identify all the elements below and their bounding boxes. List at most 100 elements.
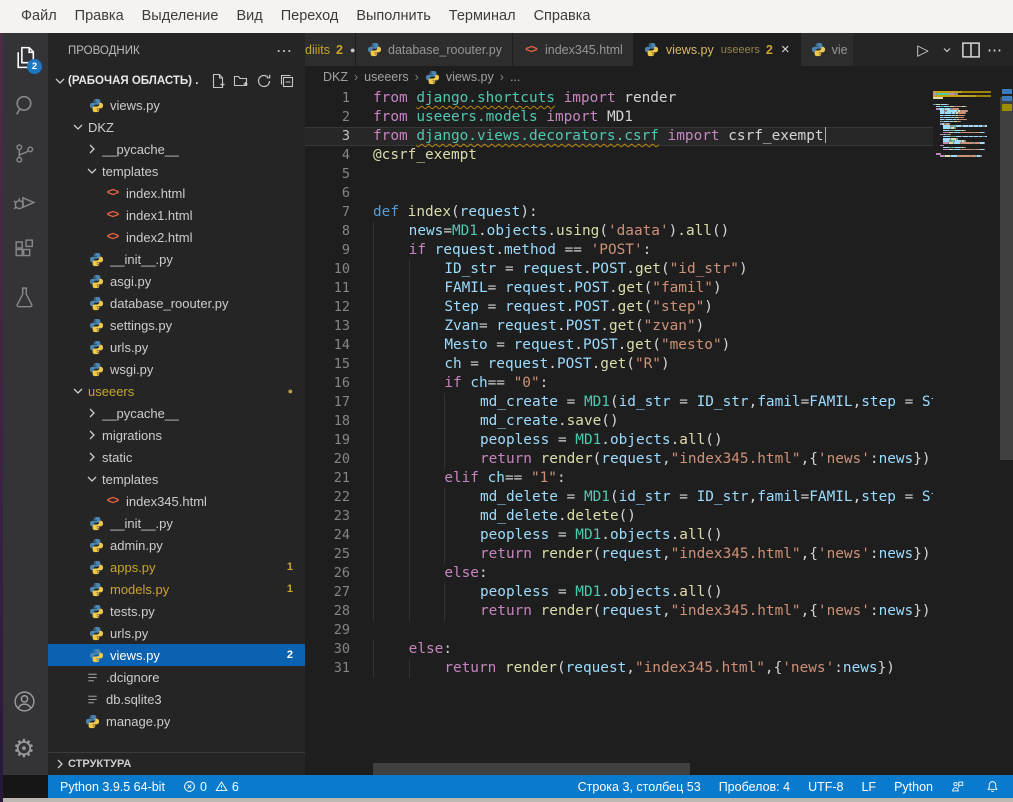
vertical-scrollbar-thumb[interactable] xyxy=(1000,97,1013,460)
close-icon[interactable]: × xyxy=(781,42,790,57)
tree-item-index1.html[interactable]: <>index1.html xyxy=(48,204,305,226)
activitybar-source-control[interactable] xyxy=(0,129,48,177)
activitybar-run-debug[interactable] xyxy=(0,177,48,225)
tree-item-index345.html[interactable]: <>index345.html xyxy=(48,490,305,512)
tab-vie[interactable]: vie xyxy=(801,33,853,66)
tab-database_roouter.py[interactable]: database_roouter.py xyxy=(356,33,513,66)
collapse-all-icon[interactable] xyxy=(279,73,295,89)
code-line-26[interactable]: 26 else: xyxy=(305,564,933,583)
feedback-icon[interactable] xyxy=(951,780,968,793)
tree-item-wsgi.py[interactable]: wsgi.py xyxy=(48,358,305,380)
activitybar-testing[interactable] xyxy=(0,273,48,321)
activitybar-explorer[interactable]: 2 xyxy=(0,33,48,81)
breadcrumb-item-DKZ[interactable]: DKZ xyxy=(323,70,348,84)
bell-icon[interactable] xyxy=(986,780,1003,793)
workspace-section-header[interactable]: (РАБОЧАЯ ОБЛАСТЬ) ... xyxy=(48,68,305,94)
tree-item-static[interactable]: static xyxy=(48,446,305,468)
code-line-14[interactable]: 14 Mesto = request.POST.get("mesto") xyxy=(305,336,933,355)
tree-item-__init__.py[interactable]: __init__.py xyxy=(48,248,305,270)
more-actions-icon[interactable]: ⋯ xyxy=(985,39,1005,61)
menu-item-Файл[interactable]: Файл xyxy=(12,0,66,33)
code-line-19[interactable]: 19 peopless = MD1.objects.all() xyxy=(305,431,933,450)
minimap[interactable] xyxy=(933,88,1000,775)
code-line-2[interactable]: 2from useeers.models import MD1 xyxy=(305,108,933,127)
code-line-1[interactable]: 1from django.shortcuts import render xyxy=(305,89,933,108)
tree-item-database_roouter.py[interactable]: database_roouter.py xyxy=(48,292,305,314)
tree-item-__pycache__[interactable]: __pycache__ xyxy=(48,402,305,424)
more-actions-icon[interactable]: ⋯ xyxy=(276,41,293,61)
code-line-16[interactable]: 16 if ch== "0": xyxy=(305,374,933,393)
code-lines[interactable]: 1from django.shortcuts import render2fro… xyxy=(305,89,933,678)
menu-item-Вид[interactable]: Вид xyxy=(227,0,271,33)
breadcrumb-item-views.py[interactable]: views.py xyxy=(425,69,494,85)
tree-item-manage.py[interactable]: manage.py xyxy=(48,710,305,732)
menu-item-Правка[interactable]: Правка xyxy=(66,0,133,33)
status-item[interactable]: Python xyxy=(894,780,933,794)
code-line-17[interactable]: 17 md_create = MD1(id_str = ID_str,famil… xyxy=(305,393,933,412)
code-line-4[interactable]: 4@csrf_exempt xyxy=(305,146,933,165)
code-line-20[interactable]: 20 return render(request,"index345.html"… xyxy=(305,450,933,469)
code-line-13[interactable]: 13 Zvan= request.POST.get("zvan") xyxy=(305,317,933,336)
code-line-23[interactable]: 23 md_delete.delete() xyxy=(305,507,933,526)
tree-item-models.py[interactable]: models.py1 xyxy=(48,578,305,600)
tree-item-templates[interactable]: templates xyxy=(48,468,305,490)
horizontal-scrollbar-thumb[interactable] xyxy=(373,763,690,775)
code-line-27[interactable]: 27 peopless = MD1.objects.all() xyxy=(305,583,933,602)
code-line-30[interactable]: 30 else: xyxy=(305,640,933,659)
vertical-scrollbar[interactable] xyxy=(1000,88,1013,775)
outline-section-header[interactable]: СТРУКТУРА xyxy=(48,752,305,775)
new-file-icon[interactable] xyxy=(210,73,226,89)
tree-item-views.py[interactable]: views.py2 xyxy=(48,644,305,666)
horizontal-scrollbar[interactable] xyxy=(305,763,933,775)
code-line-18[interactable]: 18 md_create.save() xyxy=(305,412,933,431)
tree-item-migrations[interactable]: migrations xyxy=(48,424,305,446)
code-line-11[interactable]: 11 FAMIL= request.POST.get("famil") xyxy=(305,279,933,298)
code-line-12[interactable]: 12 Step = request.POST.get("step") xyxy=(305,298,933,317)
menu-item-Выполнить[interactable]: Выполнить xyxy=(347,0,439,33)
python-interpreter-status[interactable]: Python 3.9.5 64-bit xyxy=(60,780,165,794)
status-item[interactable]: UTF-8 xyxy=(808,780,843,794)
run-dropdown[interactable] xyxy=(937,39,957,61)
menu-item-Выделение[interactable]: Выделение xyxy=(133,0,228,33)
tree-item-views.py[interactable]: views.py xyxy=(48,94,305,116)
menu-item-Переход[interactable]: Переход xyxy=(272,0,348,33)
menu-item-Справка[interactable]: Справка xyxy=(525,0,600,33)
activitybar-settings[interactable]: ⚙ xyxy=(0,725,48,773)
code-line-21[interactable]: 21 elif ch== "1": xyxy=(305,469,933,488)
split-editor-button[interactable] xyxy=(961,39,981,61)
code-line-8[interactable]: 8 news=MD1.objects.using('daata').all() xyxy=(305,222,933,241)
tab-index345.html[interactable]: <>index345.html xyxy=(513,33,634,66)
tree-item-urls.py[interactable]: urls.py xyxy=(48,622,305,644)
problems-status[interactable]: 0 6 xyxy=(183,780,239,794)
code-line-9[interactable]: 9 if request.method == 'POST': xyxy=(305,241,933,260)
refresh-icon[interactable] xyxy=(256,73,272,89)
tree-item-__init__.py[interactable]: __init__.py xyxy=(48,512,305,534)
tree-item-__pycache__[interactable]: __pycache__ xyxy=(48,138,305,160)
tree-item-.dcignore[interactable]: .dcignore xyxy=(48,666,305,688)
code-line-7[interactable]: 7def index(request): xyxy=(305,203,933,222)
code-line-24[interactable]: 24 peopless = MD1.objects.all() xyxy=(305,526,933,545)
tab-diiits[interactable]: diiits2● xyxy=(305,33,356,66)
tree-item-index2.html[interactable]: <>index2.html xyxy=(48,226,305,248)
code-line-31[interactable]: 31 return render(request,"index345.html"… xyxy=(305,659,933,678)
tree-item-settings.py[interactable]: settings.py xyxy=(48,314,305,336)
code-line-6[interactable]: 6 xyxy=(305,184,933,203)
breadcrumb-item-...[interactable]: ... xyxy=(510,70,520,84)
code-line-28[interactable]: 28 return render(request,"index345.html"… xyxy=(305,602,933,621)
tree-item-index.html[interactable]: <>index.html xyxy=(48,182,305,204)
activitybar-search[interactable] xyxy=(0,81,48,129)
status-item[interactable]: LF xyxy=(861,780,876,794)
code-line-3[interactable]: 3from django.views.decorators.csrf impor… xyxy=(305,127,933,146)
tree-item-db.sqlite3[interactable]: db.sqlite3 xyxy=(48,688,305,710)
tree-item-apps.py[interactable]: apps.py1 xyxy=(48,556,305,578)
code-line-5[interactable]: 5 xyxy=(305,165,933,184)
tree-item-asgi.py[interactable]: asgi.py xyxy=(48,270,305,292)
code-line-15[interactable]: 15 ch = request.POST.get("R") xyxy=(305,355,933,374)
tree-item-useeers[interactable]: useeers● xyxy=(48,380,305,402)
tree-item-urls.py[interactable]: urls.py xyxy=(48,336,305,358)
tree-item-tests.py[interactable]: tests.py xyxy=(48,600,305,622)
tab-views.py[interactable]: views.pyuseeers2× xyxy=(634,33,801,66)
status-item[interactable]: Пробелов: 4 xyxy=(719,780,790,794)
tree-item-DKZ[interactable]: DKZ xyxy=(48,116,305,138)
status-item[interactable]: Строка 3, столбец 53 xyxy=(578,780,701,794)
